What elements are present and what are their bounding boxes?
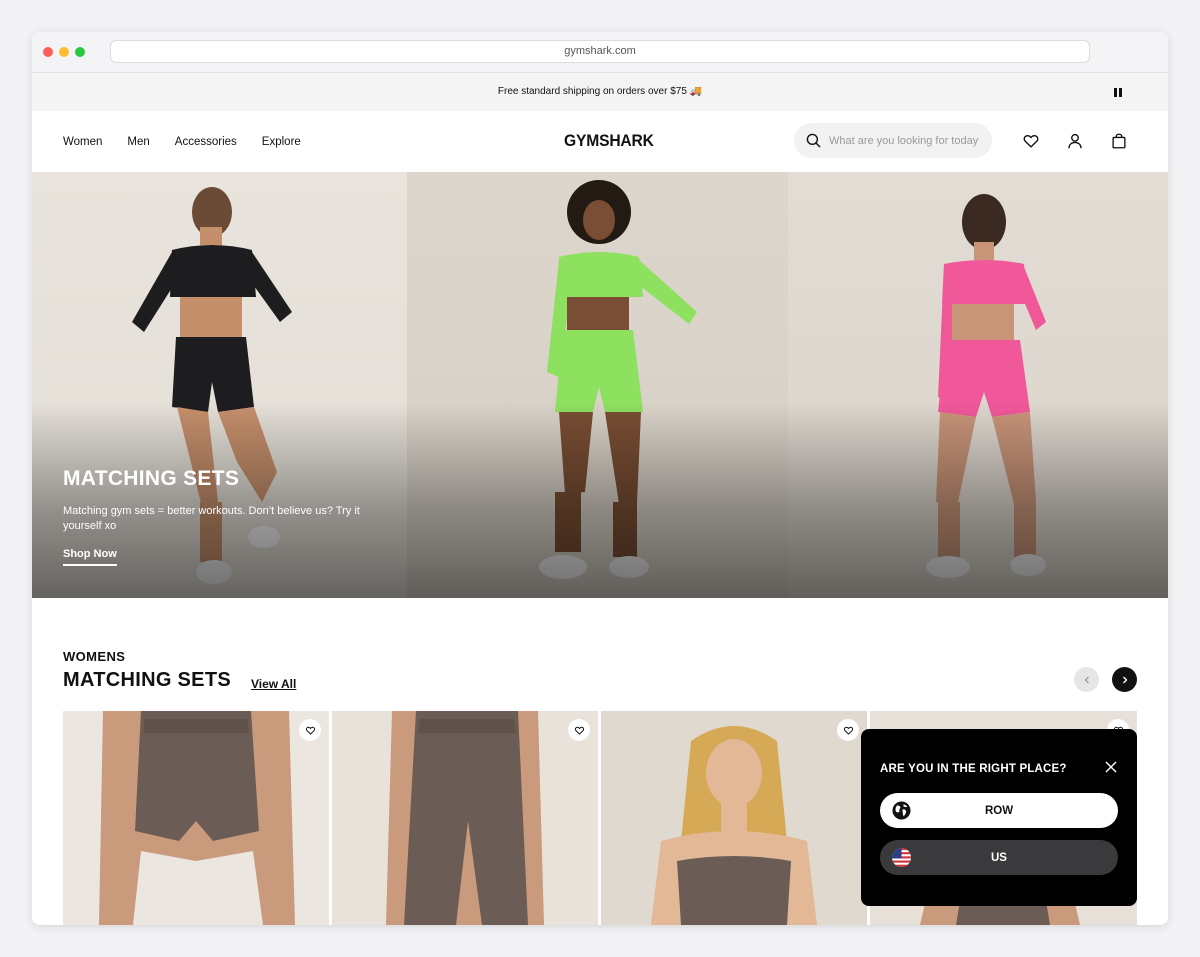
product-card[interactable] (63, 711, 329, 925)
region-row-label: ROW (984, 804, 1014, 817)
announcement-bar: Free standard shipping on orders over $7… (32, 73, 1168, 111)
nav-item-accessories[interactable]: Accessories (175, 136, 237, 148)
search-input[interactable] (829, 134, 979, 147)
wishlist-button[interactable] (568, 719, 590, 741)
address-bar[interactable]: gymshark.com (110, 40, 1090, 63)
product-card[interactable] (332, 711, 598, 925)
view-all-link[interactable]: View All (251, 677, 296, 691)
region-us-label: US (991, 851, 1007, 864)
announcement-text: Free standard shipping on orders over $7… (497, 86, 703, 97)
site-header: Women Men Accessories Explore GYMSHARK (32, 111, 1168, 172)
wishlist-button[interactable] (837, 719, 859, 741)
pause-icon[interactable] (1114, 88, 1122, 97)
search-bar[interactable] (794, 123, 992, 158)
region-row-button[interactable]: ROW (880, 793, 1118, 828)
hero-banner[interactable]: MATCHING SETS Matching gym sets = better… (32, 172, 1168, 598)
carousel-prev-button[interactable] (1074, 667, 1099, 692)
hero-title: MATCHING SETS (63, 467, 240, 490)
browser-window: gymshark.com Free standard shipping on o… (32, 32, 1168, 925)
window-controls (43, 47, 85, 57)
globe-icon (892, 801, 911, 820)
bag-icon[interactable] (1110, 132, 1128, 150)
minimize-window-button[interactable] (59, 47, 69, 57)
region-popup: ARE YOU IN THE RIGHT PLACE? ROW US (861, 729, 1137, 906)
close-icon[interactable] (1103, 759, 1119, 775)
heart-icon (574, 726, 584, 735)
product-image-shorts (99, 711, 295, 925)
nav-item-men[interactable]: Men (127, 136, 149, 148)
shop-now-link[interactable]: Shop Now (63, 548, 117, 566)
product-card[interactable] (601, 711, 867, 925)
wishlist-button[interactable] (299, 719, 321, 741)
section-kicker: WOMENS (63, 649, 126, 664)
gymshark-logo[interactable]: GYMSHARK (564, 131, 654, 151)
chevron-right-icon (1122, 676, 1127, 683)
heart-icon (305, 726, 315, 735)
carousel-next-button[interactable] (1112, 667, 1137, 692)
region-us-button[interactable]: US (880, 840, 1118, 875)
maximize-window-button[interactable] (75, 47, 85, 57)
browser-chrome: gymshark.com (32, 32, 1168, 73)
nav-item-explore[interactable]: Explore (262, 136, 301, 148)
product-image-sports-bra (651, 726, 817, 925)
section-title: MATCHING SETS (63, 669, 231, 691)
search-icon (806, 133, 821, 148)
chevron-left-icon (1084, 676, 1089, 683)
region-popup-title: ARE YOU IN THE RIGHT PLACE? (880, 763, 1067, 775)
account-icon[interactable] (1066, 132, 1084, 150)
main-nav: Women Men Accessories Explore (63, 111, 301, 172)
close-window-button[interactable] (43, 47, 53, 57)
heart-icon[interactable] (1022, 132, 1040, 150)
product-image-leggings (386, 711, 544, 925)
heart-icon (843, 726, 853, 735)
nav-item-women[interactable]: Women (63, 136, 102, 148)
us-flag-icon (892, 848, 911, 867)
hero-subtitle: Matching gym sets = better workouts. Don… (63, 505, 360, 532)
hero-gradient-overlay (32, 402, 1168, 598)
